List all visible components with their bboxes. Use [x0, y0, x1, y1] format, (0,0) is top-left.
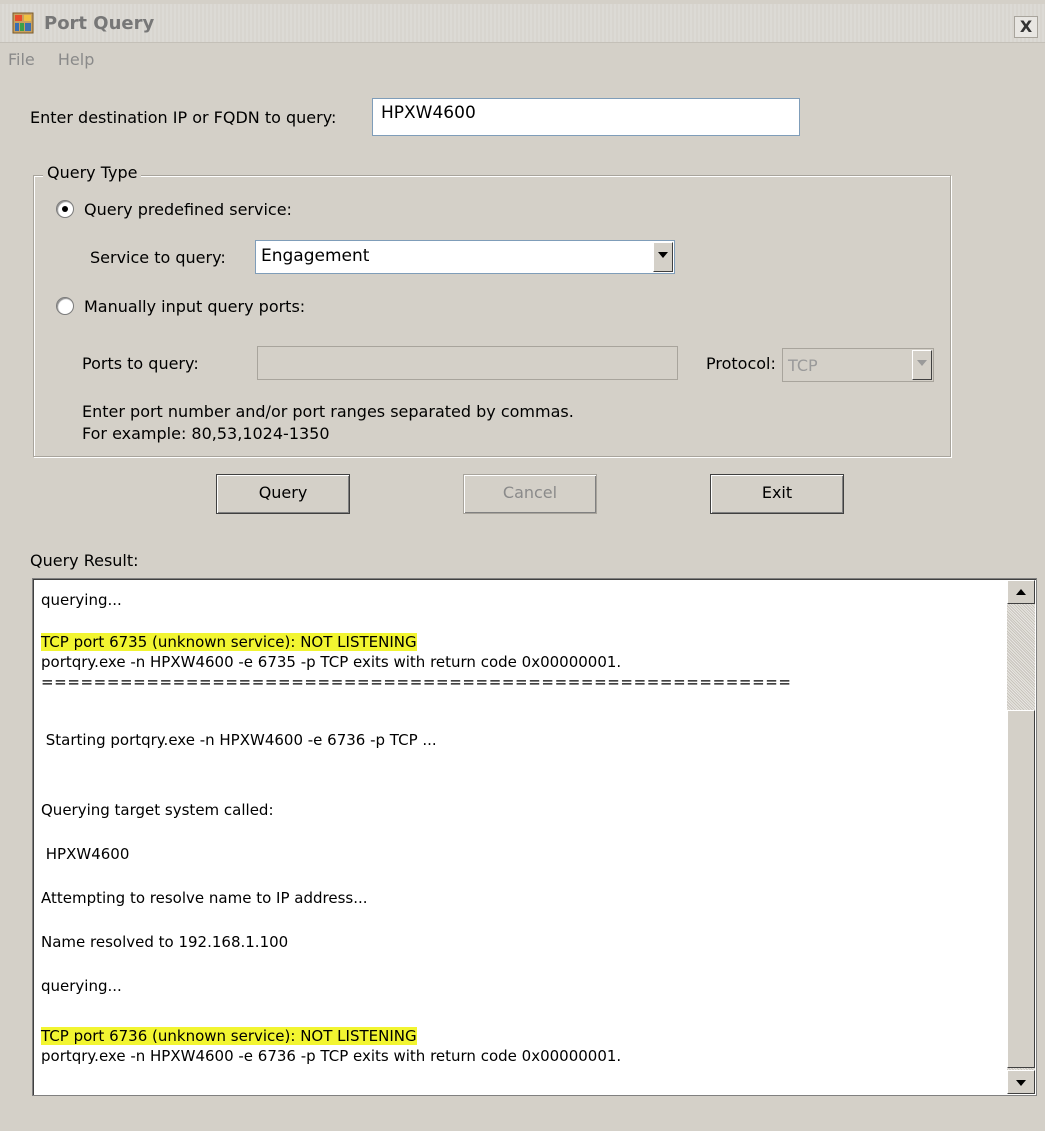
vertical-scrollbar[interactable] — [1007, 580, 1035, 1094]
window-title: Port Query — [44, 13, 155, 34]
scrollbar-thumb[interactable] — [1007, 710, 1035, 1068]
result-line: Attempting to resolve name to IP address… — [41, 889, 368, 907]
radio-selected-dot — [62, 206, 68, 212]
protocol-select-value: TCP — [788, 356, 818, 375]
close-button[interactable]: X — [1014, 16, 1038, 38]
destination-input[interactable]: HPXW4600 — [372, 98, 800, 136]
query-button[interactable]: Query — [216, 474, 350, 514]
port-query-app-icon — [12, 12, 34, 34]
exit-button[interactable]: Exit — [710, 474, 844, 514]
menu-help[interactable]: Help — [58, 50, 94, 69]
scroll-down-arrow-icon[interactable] — [1007, 1070, 1035, 1094]
menu-bar: File Help — [8, 50, 112, 72]
dropdown-arrow-icon[interactable] — [912, 350, 932, 380]
result-line-highlighted: TCP port 6735 (unknown service): NOT LIS… — [41, 633, 417, 651]
ports-hint-line-2: For example: 80,53,1024-1350 — [82, 424, 330, 443]
result-line: portqry.exe -n HPXW4600 -e 6735 -p TCP e… — [41, 653, 622, 671]
protocol-select[interactable]: TCP — [782, 348, 934, 382]
scroll-up-arrow-icon[interactable] — [1007, 580, 1035, 604]
query-result-label: Query Result: — [30, 551, 139, 570]
result-line: querying... — [41, 591, 122, 609]
result-line-highlighted: TCP port 6736 (unknown service): NOT LIS… — [41, 1027, 417, 1045]
query-result-textarea[interactable]: querying... TCP port 6735 (unknown servi… — [32, 578, 1037, 1096]
service-to-query-label: Service to query: — [90, 248, 226, 267]
manual-ports-radio[interactable] — [56, 297, 74, 315]
service-select[interactable]: Engagement — [255, 240, 675, 274]
dropdown-arrow-icon[interactable] — [653, 242, 673, 272]
highlighted-text: TCP port 6736 (unknown service): NOT LIS… — [41, 1027, 417, 1045]
result-line: Starting portqry.exe -n HPXW4600 -e 6736… — [41, 731, 437, 749]
port-query-window: Port Query X File Help Enter destination… — [0, 0, 1045, 1131]
title-bar[interactable]: Port Query X — [0, 4, 1045, 43]
manual-ports-label[interactable]: Manually input query ports: — [84, 297, 305, 316]
result-line: Name resolved to 192.168.1.100 — [41, 933, 289, 951]
result-line: Querying target system called: — [41, 801, 274, 819]
highlighted-text: TCP port 6735 (unknown service): NOT LIS… — [41, 633, 417, 651]
protocol-label: Protocol: — [706, 354, 776, 373]
menu-file[interactable]: File — [8, 50, 35, 69]
result-line: HPXW4600 — [41, 845, 130, 863]
result-line: portqry.exe -n HPXW4600 -e 6736 -p TCP e… — [41, 1047, 622, 1065]
result-line: ========================================… — [41, 673, 792, 691]
predefined-service-label[interactable]: Query predefined service: — [84, 200, 292, 219]
cancel-button[interactable]: Cancel — [463, 474, 597, 514]
predefined-service-radio[interactable] — [56, 200, 74, 218]
ports-hint-line-1: Enter port number and/or port ranges sep… — [82, 402, 574, 421]
ports-to-query-input[interactable] — [257, 346, 678, 380]
close-icon: X — [1019, 17, 1033, 36]
service-select-value: Engagement — [261, 246, 370, 266]
destination-value: HPXW4600 — [381, 103, 476, 123]
destination-label: Enter destination IP or FQDN to query: — [30, 108, 337, 127]
query-type-legend: Query Type — [43, 163, 142, 182]
ports-to-query-label: Ports to query: — [82, 354, 199, 373]
result-line: querying... — [41, 977, 122, 995]
